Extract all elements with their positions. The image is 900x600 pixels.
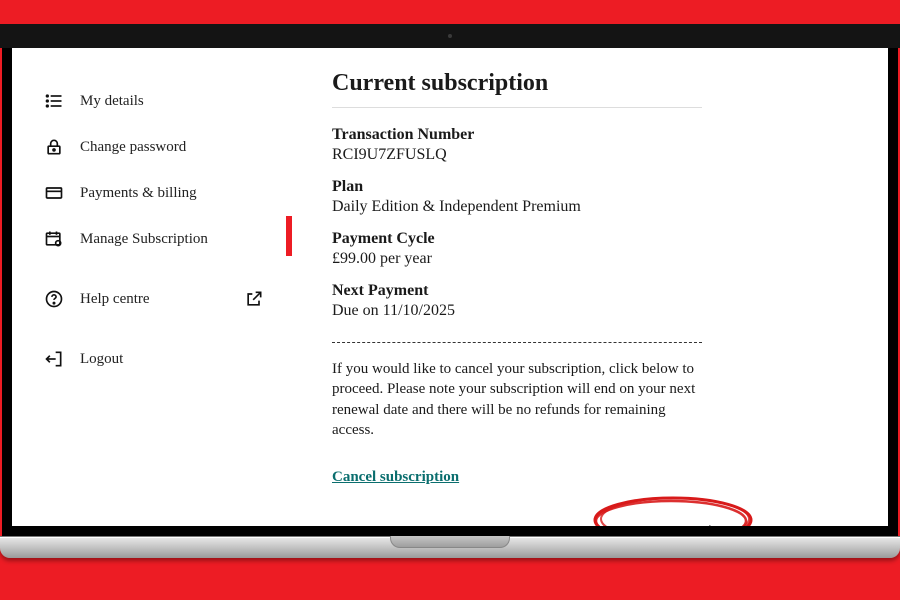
field-value: £99.00 per year <box>332 250 702 268</box>
screen: My details Change password Payments & bi… <box>12 48 888 526</box>
frame-top-red <box>0 0 900 24</box>
dashed-separator <box>332 342 702 343</box>
laptop-body: My details Change password Payments & bi… <box>2 48 898 538</box>
field-value: Daily Edition & Independent Premium <box>332 198 702 216</box>
field-value: RCI9U7ZFUSLQ <box>332 146 702 164</box>
annotation-circle <box>589 492 757 526</box>
sidebar-item-change-password[interactable]: Change password <box>44 124 282 170</box>
cancel-subscription-link[interactable]: Cancel subscription <box>332 469 459 485</box>
sidebar-item-manage-subscription[interactable]: Manage Subscription <box>44 216 282 262</box>
field-label: Transaction Number <box>332 126 702 144</box>
lock-icon <box>44 137 64 157</box>
field-plan: Plan Daily Edition & Independent Premium <box>332 178 702 216</box>
laptop-lip <box>0 536 900 570</box>
browser-dark-bar <box>0 24 900 48</box>
sidebar-item-payments[interactable]: Payments & billing <box>44 170 282 216</box>
sidebar-item-logout[interactable]: Logout <box>44 336 282 382</box>
calendar-gear-icon <box>44 229 64 249</box>
field-label: Payment Cycle <box>332 230 702 248</box>
external-link-icon <box>244 289 264 309</box>
field-cycle: Payment Cycle £99.00 per year <box>332 230 702 268</box>
logout-icon <box>44 349 64 369</box>
page-title: Current subscription <box>332 70 702 108</box>
field-transaction: Transaction Number RCI9U7ZFUSLQ <box>332 126 702 164</box>
cancel-description: If you would like to cancel your subscri… <box>332 359 702 440</box>
sidebar-item-label: Change password <box>80 139 186 156</box>
sidebar-item-help-centre[interactable]: Help centre <box>44 276 282 322</box>
frame-bottom-red <box>0 570 900 600</box>
sidebar: My details Change password Payments & bi… <box>12 48 292 526</box>
main-panel: Current subscription Transaction Number … <box>292 48 888 526</box>
sidebar-item-label: Help centre <box>80 291 150 308</box>
cursor-pointer-icon <box>708 524 742 526</box>
sidebar-item-label: Payments & billing <box>80 185 197 202</box>
sidebar-item-label: Manage Subscription <box>80 231 208 248</box>
field-label: Plan <box>332 178 702 196</box>
sidebar-item-my-details[interactable]: My details <box>44 78 282 124</box>
field-value: Due on 11/10/2025 <box>332 302 702 320</box>
sidebar-item-label: My details <box>80 93 144 110</box>
list-icon <box>44 91 64 111</box>
help-icon <box>44 289 64 309</box>
card-icon <box>44 183 64 203</box>
field-label: Next Payment <box>332 282 702 300</box>
sidebar-item-label: Logout <box>80 351 123 368</box>
field-next-payment: Next Payment Due on 11/10/2025 <box>332 282 702 320</box>
